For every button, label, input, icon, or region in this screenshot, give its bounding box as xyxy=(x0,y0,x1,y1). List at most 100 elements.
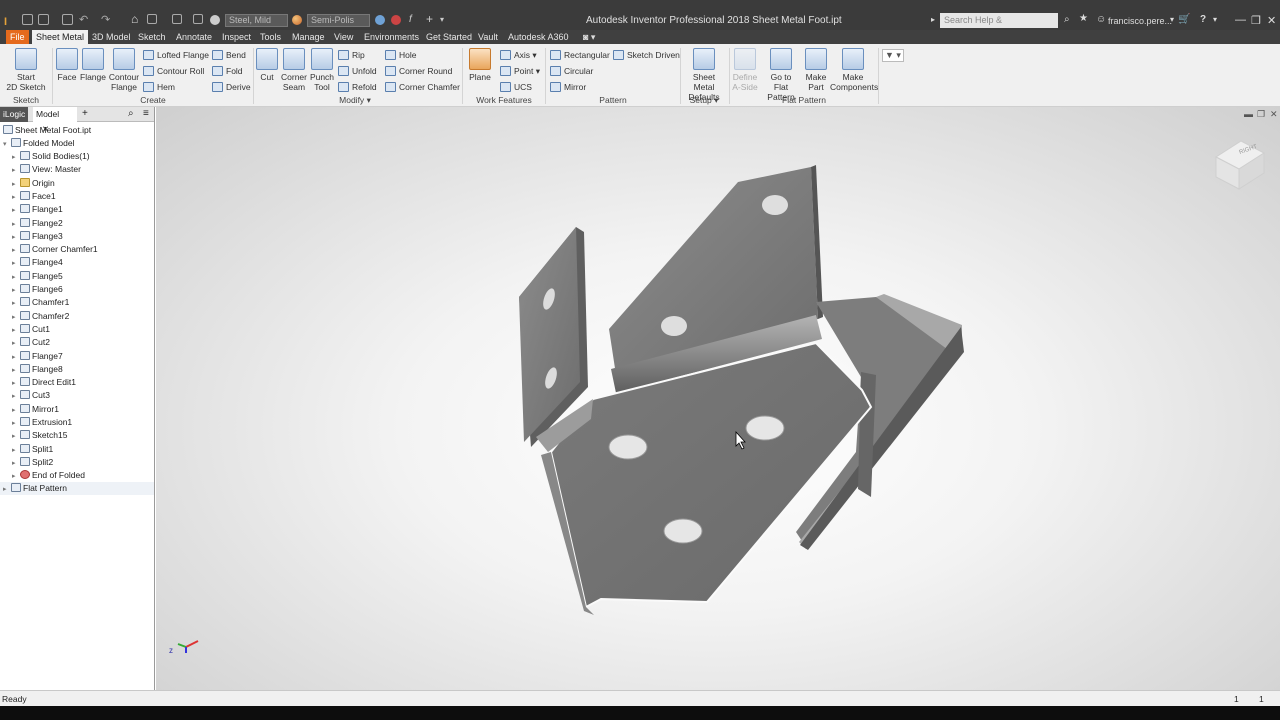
expand-icon[interactable]: ▸ xyxy=(12,218,20,231)
tree-item[interactable]: ▸ End of Folded xyxy=(12,469,85,482)
hem-button[interactable]: Hem xyxy=(143,80,175,94)
sketch-driven-button[interactable]: Sketch Driven xyxy=(613,48,680,62)
expand-icon[interactable]: ▸ xyxy=(12,164,20,177)
tree-item[interactable]: ▸ Origin xyxy=(12,177,55,190)
tree-folded-model[interactable]: ▾ Folded Model xyxy=(3,137,75,150)
browser-menu-icon[interactable]: ≡ xyxy=(143,108,149,119)
search-tools-icon[interactable]: ⌕ xyxy=(1064,14,1070,25)
refold-button[interactable]: Refold xyxy=(338,80,377,94)
tree-item[interactable]: ▸ Solid Bodies(1) xyxy=(12,150,90,163)
expand-icon[interactable]: ▸ xyxy=(12,404,20,417)
expand-icon[interactable]: ▸ xyxy=(12,351,20,364)
tree-item[interactable]: ▸ Flange5 xyxy=(12,270,63,283)
appearance-select[interactable]: Semi-Polis xyxy=(307,14,370,27)
tree-item[interactable]: ▸ Sketch15 xyxy=(12,429,67,442)
tree-item[interactable]: ▸ Split2 xyxy=(12,456,53,469)
tree-item[interactable]: ▸ Extrusion1 xyxy=(12,416,72,429)
expand-icon[interactable]: ▸ xyxy=(12,191,20,204)
tab-tools[interactable]: Tools xyxy=(256,30,285,44)
expand-icon[interactable]: ▸ xyxy=(12,244,20,257)
expand-icon[interactable]: ▸ xyxy=(12,204,20,217)
tree-item[interactable]: ▸ Cut2 xyxy=(12,336,50,349)
corner-seam-button[interactable]: Corner Seam xyxy=(280,48,308,92)
undo-icon[interactable]: ↶ xyxy=(79,13,88,26)
tab-sheet-metal[interactable]: Sheet Metal xyxy=(32,30,89,44)
close-icon[interactable]: ✕ xyxy=(1267,14,1276,27)
tree-item[interactable]: ▸ Flange2 xyxy=(12,217,63,230)
tree-flat-pattern[interactable]: ▸ Flat Pattern xyxy=(0,482,154,495)
tree-item[interactable]: ▸ Direct Edit1 xyxy=(12,376,76,389)
clear-icon[interactable] xyxy=(375,15,385,25)
expand-icon[interactable]: ▸ xyxy=(12,284,20,297)
add-tab-icon[interactable]: + xyxy=(82,108,88,119)
tab-annotate[interactable]: Annotate xyxy=(172,30,216,44)
open-icon[interactable] xyxy=(38,14,49,25)
flange-button[interactable]: Flange xyxy=(80,48,106,82)
expand-icon[interactable]: ▸ xyxy=(12,390,20,403)
start-2d-sketch-button[interactable]: Start 2D Sketch xyxy=(4,48,48,92)
tab-get-started[interactable]: Get Started xyxy=(422,30,476,44)
expand-icon[interactable]: ▸ xyxy=(12,417,20,430)
help-icon[interactable]: ? xyxy=(1200,14,1206,25)
viewport-restore-icon[interactable]: ❐ xyxy=(1257,109,1265,120)
tree-root[interactable]: Sheet Metal Foot.ipt xyxy=(3,124,91,137)
axis-button[interactable]: Axis ▾ xyxy=(500,48,537,62)
tree-item[interactable]: ▸ Flange1 xyxy=(12,203,63,216)
tree-item[interactable]: ▸ Flange7 xyxy=(12,350,63,363)
minimize-icon[interactable]: — xyxy=(1235,14,1246,26)
contour-roll-button[interactable]: Contour Roll xyxy=(143,64,204,78)
expand-icon[interactable]: ▸ xyxy=(12,178,20,191)
material-select[interactable]: Steel, Mild xyxy=(225,14,288,27)
circular-pattern-button[interactable]: Circular xyxy=(550,64,593,78)
rear-flange-hole[interactable] xyxy=(661,316,687,336)
tree-item[interactable]: ▸ Flange4 xyxy=(12,256,63,269)
group-label-modify[interactable]: Modify ▾ xyxy=(330,95,380,106)
expand-icon[interactable]: ▸ xyxy=(12,430,20,443)
tab-manage[interactable]: Manage xyxy=(288,30,329,44)
home-icon[interactable]: ⌂ xyxy=(131,12,138,26)
bend-button[interactable]: Bend xyxy=(212,48,246,62)
expand-icon[interactable]: ▸ xyxy=(12,444,20,457)
redo-icon[interactable]: ↷ xyxy=(101,13,110,26)
part-model[interactable]: z xyxy=(156,107,1280,690)
rectangular-pattern-button[interactable]: Rectangular xyxy=(550,48,610,62)
search-input[interactable]: Search Help & Commands... xyxy=(940,13,1058,40)
base-hole[interactable] xyxy=(663,518,703,544)
tree-item[interactable]: ▸ Cut1 xyxy=(12,323,50,336)
tree-item[interactable]: ▸ Face1 xyxy=(12,190,56,203)
save-icon[interactable] xyxy=(62,14,73,25)
unfold-button[interactable]: Unfold xyxy=(338,64,377,78)
go-to-flat-pattern-button[interactable]: Go to Flat Pattern xyxy=(760,48,802,102)
ucs-button[interactable]: UCS xyxy=(500,80,532,94)
rip-button[interactable]: Rip xyxy=(338,48,365,62)
tab-view[interactable]: View xyxy=(330,30,357,44)
tree-item[interactable]: ▸ Flange3 xyxy=(12,230,63,243)
corner-chamfer-button[interactable]: Corner Chamfer xyxy=(385,80,460,94)
tree-item[interactable]: ▸ Cut3 xyxy=(12,389,50,402)
viewport-close-icon[interactable]: ✕ xyxy=(1270,109,1278,120)
ribbon-options-icon[interactable]: ▼ ▾ xyxy=(882,49,904,62)
ribbon-display-icon[interactable]: ◙ ▾ xyxy=(583,32,595,43)
contour-flange-button[interactable]: Contour Flange xyxy=(107,48,141,92)
update-icon[interactable] xyxy=(172,14,182,24)
derive-button[interactable]: Derive xyxy=(212,80,251,94)
tree-item[interactable]: ▸ Chamfer1 xyxy=(12,296,69,309)
face-button[interactable]: Face xyxy=(55,48,79,82)
app-logo-icon[interactable]: I xyxy=(4,16,14,28)
tab-model[interactable]: Model ✕ xyxy=(33,107,77,134)
tree-item[interactable]: ▸ Flange8 xyxy=(12,363,63,376)
base-hole[interactable] xyxy=(608,434,648,460)
select-icon[interactable] xyxy=(193,14,203,24)
viewport-minimize-icon[interactable]: ▬ xyxy=(1244,109,1253,119)
appearance-icon[interactable] xyxy=(292,15,302,25)
collapse-icon[interactable]: ▾ xyxy=(3,138,11,151)
make-components-button[interactable]: Make Components xyxy=(830,48,878,92)
expand-icon[interactable]: ▸ xyxy=(12,324,20,337)
cut-button[interactable]: Cut xyxy=(256,48,278,82)
expand-icon[interactable]: ▸ xyxy=(12,377,20,390)
expand-icon[interactable]: ▸ xyxy=(3,483,11,496)
graphics-window[interactable]: z RIGHT ▬ ❐ ✕ xyxy=(156,107,1280,690)
user-name[interactable]: francisco.pere... xyxy=(1108,16,1172,26)
tab-environments[interactable]: Environments xyxy=(360,30,423,44)
plus-icon[interactable]: + xyxy=(426,12,433,26)
